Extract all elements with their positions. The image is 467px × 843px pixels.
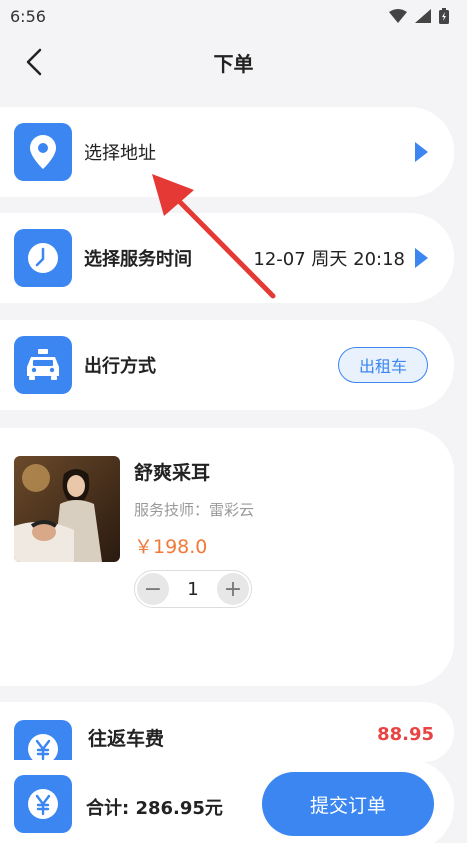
fare-icon-box — [14, 720, 72, 762]
quantity-minus-button[interactable]: − — [137, 573, 169, 605]
product-card: 舒爽采耳 服务技师：雷彩云 ￥198.0 − 1 + — [0, 428, 454, 686]
fare-label: 往返车费 — [88, 728, 165, 750]
address-icon-box — [14, 123, 72, 181]
product-name: 舒爽采耳 — [134, 462, 211, 484]
status-time: 6:56 — [10, 6, 46, 26]
status-bar: 6:56 — [0, 0, 467, 32]
taxi-option-button[interactable]: 出租车 — [337, 347, 428, 383]
travel-label: 出行方式 — [84, 356, 156, 377]
bottom-bar: 合计: 286.95元 提交订单 — [0, 760, 454, 843]
quantity-value: 1 — [187, 578, 199, 600]
back-arrow-icon — [26, 48, 42, 76]
yuan-icon — [28, 734, 58, 762]
address-arrow-icon[interactable] — [415, 142, 428, 162]
service-time-label: 选择服务时间 — [84, 249, 192, 270]
back-button[interactable] — [18, 46, 50, 78]
quantity-stepper: − 1 + — [134, 570, 252, 608]
fare-amount: 88.95 — [377, 724, 434, 745]
service-time-value: 12-07 周天 20:18 — [253, 249, 405, 270]
service-time-arrow-icon[interactable] — [415, 248, 428, 268]
travel-mode-row: 出行方式 出租车 — [0, 320, 454, 410]
quantity-plus-button[interactable]: + — [216, 573, 249, 605]
service-time-icon-box — [14, 229, 72, 287]
total-amount: 合计: 286.95元 — [86, 798, 223, 819]
location-pin-icon — [30, 135, 56, 169]
page-title: 下单 — [213, 51, 254, 76]
status-icons — [389, 8, 449, 24]
address-row[interactable]: 选择地址 — [0, 107, 454, 197]
clock-icon — [28, 243, 58, 273]
product-price: ￥198.0 — [134, 536, 208, 558]
wifi-icon — [389, 9, 407, 23]
signal-icon — [415, 9, 431, 23]
travel-icon-box — [14, 336, 72, 394]
total-icon-box — [14, 775, 72, 833]
battery-icon — [439, 8, 449, 24]
product-technician: 服务技师：雷彩云 — [134, 501, 255, 519]
service-time-row[interactable]: 选择服务时间 12-07 周天 20:18 — [0, 213, 454, 303]
fare-row: 往返车费 88.95 — [0, 702, 454, 762]
product-info: 舒爽采耳 服务技师：雷彩云 ￥198.0 — [134, 458, 254, 559]
yuan-icon — [28, 789, 58, 819]
address-label: 选择地址 — [84, 143, 156, 164]
taxi-icon — [27, 349, 59, 380]
nav-bar: 下单 — [0, 34, 467, 90]
product-image — [14, 456, 120, 562]
submit-order-button[interactable]: 提交订单 — [262, 772, 434, 836]
